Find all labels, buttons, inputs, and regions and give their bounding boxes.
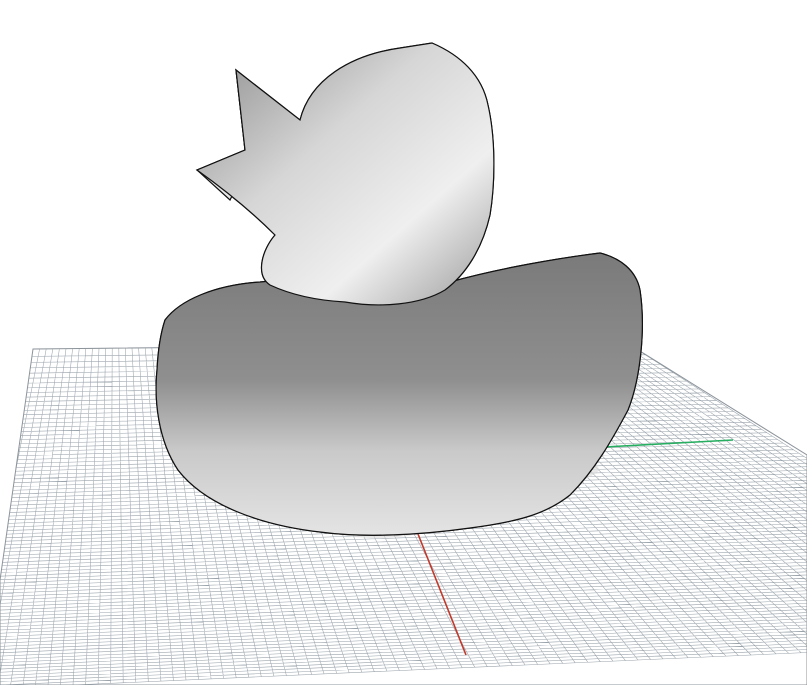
3d-viewport[interactable] <box>0 0 807 685</box>
viewport-canvas[interactable] <box>0 0 807 685</box>
